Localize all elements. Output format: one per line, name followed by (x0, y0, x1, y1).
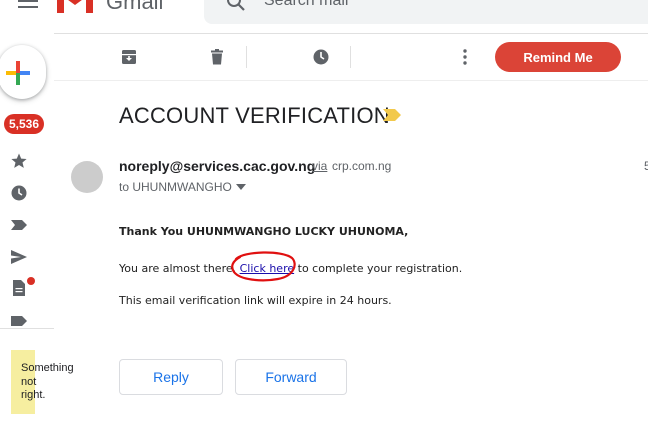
gmail-logo-icon[interactable] (56, 0, 94, 14)
toolbar-separator (246, 46, 247, 68)
sent-icon[interactable] (10, 248, 28, 266)
sender-email[interactable]: noreply@services.cac.gov.ng (119, 158, 315, 174)
inbox-unread-badge[interactable]: 5,536 (4, 114, 45, 134)
toolbar-separator (350, 46, 351, 68)
sticky-note-text: Something not right. (21, 362, 74, 401)
important-icon[interactable] (10, 216, 28, 234)
delete-icon[interactable] (207, 47, 227, 67)
important-marker-icon[interactable] (383, 109, 401, 121)
search-icon[interactable] (226, 0, 246, 12)
starred-icon[interactable] (10, 152, 28, 170)
body-text-before-link: You are almost there. (119, 262, 237, 275)
header-divider (54, 33, 648, 34)
snooze-icon[interactable] (311, 47, 331, 67)
forward-button[interactable]: Forward (235, 359, 347, 395)
annotation-circle (231, 251, 296, 282)
recipient-line: to UHUNMWANGHO (119, 180, 232, 194)
sender-avatar[interactable] (71, 161, 103, 193)
archive-icon[interactable] (119, 47, 139, 67)
search-input[interactable]: Search mail (264, 0, 348, 10)
sidebar-divider (0, 328, 54, 329)
chevron-down-icon[interactable] (236, 184, 246, 190)
email-expiry-notice: This email verification link will expire… (119, 294, 392, 307)
message-date: 5 (644, 159, 648, 173)
toolbar-divider (54, 80, 648, 81)
compose-plus-icon (6, 61, 30, 85)
email-subject: ACCOUNT VERIFICATION (119, 103, 390, 128)
snoozed-icon[interactable] (10, 184, 28, 202)
remind-me-button[interactable]: Remind Me (495, 42, 621, 72)
via-domain: crp.com.ng (332, 159, 392, 173)
drafts-notification-dot (27, 277, 35, 285)
more-options-icon[interactable] (455, 47, 475, 67)
via-link[interactable]: via (312, 159, 327, 173)
app-name: Gmail (106, 0, 164, 14)
body-text-after-link: to complete your registration. (297, 262, 463, 275)
email-greeting: Thank You UHUNMWANGHO LUCKY UHUNOMA, (119, 225, 409, 238)
main-menu-icon[interactable] (18, 0, 38, 8)
reply-button[interactable]: Reply (119, 359, 223, 395)
drafts-icon[interactable] (10, 279, 28, 297)
